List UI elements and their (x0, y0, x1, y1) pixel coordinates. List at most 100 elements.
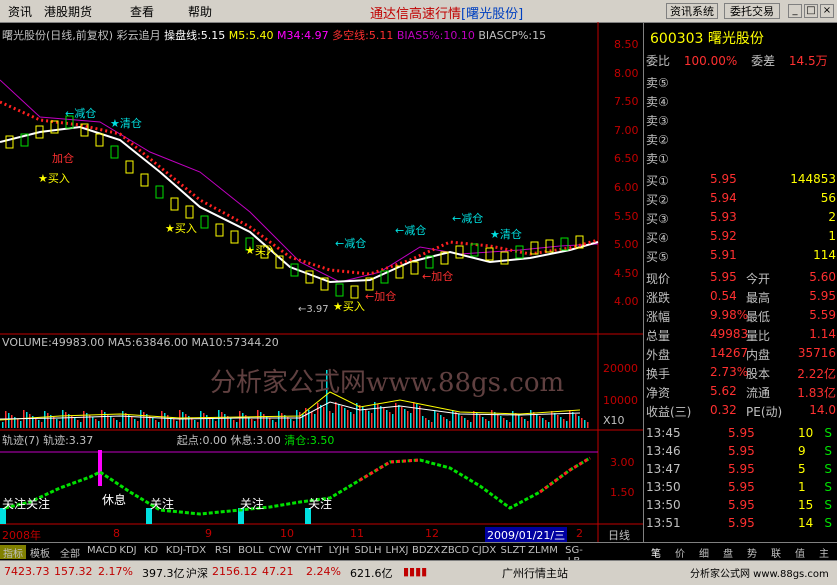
trade-button[interactable]: 委托交易 (724, 3, 780, 19)
indicator-tab[interactable]: BOLL (236, 545, 266, 559)
indicator-tab[interactable]: SDLH (354, 545, 382, 559)
volume-bar (365, 409, 367, 428)
close-icon[interactable]: × (820, 4, 834, 18)
track-line (4, 456, 591, 516)
indicator-tab[interactable]: SLZT (499, 545, 527, 559)
xiuxi-bar (98, 450, 102, 486)
sh-amount: 397.3亿 (142, 567, 185, 580)
volume-bar (17, 419, 19, 428)
volume-bar (482, 417, 484, 428)
volume-bar (425, 418, 427, 428)
station-label[interactable]: 广州行情主站 (502, 565, 568, 581)
indicator-tab[interactable]: KDJ (116, 545, 140, 559)
volume-bar (500, 416, 502, 428)
volume-bar (95, 419, 97, 428)
indicator-tab[interactable]: MACD (87, 545, 117, 559)
indicator-tab[interactable]: 指标 (0, 545, 26, 560)
quote-tab[interactable]: 值 (789, 545, 811, 560)
volume-bar (278, 411, 280, 428)
menu-hk-futures[interactable]: 港股期货 (44, 3, 92, 20)
volume-bar (524, 419, 526, 428)
volume-bar (455, 412, 457, 428)
price-axis-label: 6.00 (614, 181, 639, 194)
volume-bar (584, 420, 586, 428)
quote-panel: 600303 曙光股份 委比 100.00% 委差 14.5万 卖⑤ 卖④ 卖③ 卖②… (643, 22, 837, 542)
sh-change: 157.32 (54, 565, 93, 578)
volume-bar (335, 402, 337, 428)
chart-area[interactable]: ←减仓 ★清仓 ★买入 加仓 ★买入 ★买入 ←减仓 ←减仓 ←减仓 ★清仓 ←… (0, 22, 643, 543)
menu-view[interactable]: 查看 (130, 3, 154, 20)
volume-bar (59, 421, 61, 428)
volume-bar (200, 411, 202, 428)
volume-bar (44, 411, 46, 428)
stat-row: 外盘 14267 内盘 35716 (646, 346, 836, 362)
price-axis-label: 8.50 (614, 38, 639, 51)
volume-bar (116, 420, 118, 428)
volume-bar (281, 413, 283, 428)
volume-bar (386, 410, 388, 428)
duokong-line (0, 100, 599, 276)
quote-tab[interactable]: 势 (741, 545, 763, 560)
candle (410, 261, 419, 275)
track-info-bar: 轨迹(7) 轨迹:3.37 起点:0.00 休息:3.00 清仓:3.50 (2, 434, 335, 447)
indicator-tab[interactable]: SG-LB (559, 545, 589, 567)
volume-bar (152, 418, 154, 428)
menu-help[interactable]: 帮助 (188, 3, 212, 20)
indicator-tab[interactable]: BDZX (412, 545, 440, 559)
volume-bar (443, 417, 445, 428)
vol-axis-unit: X10 (603, 414, 625, 427)
volume-bar (398, 405, 400, 428)
indicator-tab[interactable]: CYW (267, 545, 293, 559)
quote-tab[interactable]: 主 (813, 545, 835, 560)
volume-bar (476, 413, 478, 428)
volume-bar (275, 422, 277, 428)
menu-news[interactable]: 资讯 (8, 3, 32, 20)
volume-bar (449, 421, 451, 428)
restore-icon[interactable]: □ (804, 4, 818, 18)
volume-bar (566, 421, 568, 428)
news-system-button[interactable]: 资讯系统 (666, 3, 718, 19)
indicator-tab[interactable]: CJDX (470, 545, 498, 559)
indicator-tab[interactable]: KDJ-TDX (162, 545, 210, 559)
indicator-tab[interactable]: ZBCD (441, 545, 469, 559)
candle (500, 251, 509, 265)
indicator-tab[interactable]: ZLMM (528, 545, 558, 559)
volume-bar (140, 410, 142, 428)
volume-bar (383, 408, 385, 428)
quote-tab[interactable]: 细 (693, 545, 715, 560)
kline-chart[interactable]: ←减仓 ★清仓 ★买入 加仓 ★买入 ★买入 ←减仓 ←减仓 ←减仓 ★清仓 ←… (0, 22, 643, 542)
volume-bar (539, 416, 541, 428)
volume-bar (254, 421, 256, 428)
volume-bar (2, 422, 4, 428)
indicator-tab[interactable]: 全部 (54, 545, 86, 560)
indicator-tab[interactable]: KD (141, 545, 161, 559)
stock-header: 600303 曙光股份 (650, 31, 764, 47)
indicator-tab[interactable]: RSI (211, 545, 235, 559)
current-date: 2009/01/21/三 (485, 527, 568, 543)
indicator-tab[interactable]: LHXJ (383, 545, 411, 559)
date-axis: 2008年 8 9 10 11 12 2009/01/21/三 2 (2, 527, 583, 543)
quote-tab[interactable]: 笔 (645, 545, 667, 560)
candle (125, 160, 134, 174)
candle (185, 205, 194, 219)
volume-bar (437, 413, 439, 428)
indicator-tab[interactable]: LYJH (325, 545, 353, 559)
candle (455, 245, 464, 259)
indicator-tab[interactable]: 模板 (27, 545, 53, 560)
quote-tab[interactable]: 价 (669, 545, 691, 560)
volume-bar (215, 421, 217, 428)
volume-bar (236, 422, 238, 428)
volume-bar (11, 415, 13, 428)
price-axis-label: 8.00 (614, 66, 639, 80)
volume-bar (548, 422, 550, 428)
period-label[interactable]: 日线 (608, 527, 630, 543)
quote-tab[interactable]: 盘 (717, 545, 739, 560)
volume-bar (143, 412, 145, 428)
signal-jiancang-label: ←减仓 (335, 236, 366, 250)
volume-bar (407, 411, 409, 428)
volume-bar (122, 411, 124, 428)
quote-tab[interactable]: 联 (765, 545, 787, 560)
minimize-icon[interactable]: _ (788, 4, 802, 18)
indicator-tab[interactable]: CYHT (294, 545, 324, 559)
volume-bar (272, 420, 274, 428)
